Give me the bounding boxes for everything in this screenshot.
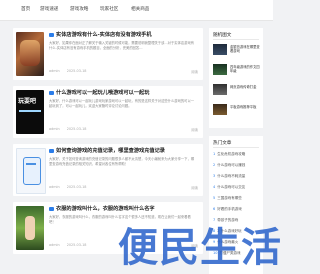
article-thumbnail[interactable] [16,32,44,76]
hot-item[interactable]: 3 什么游戏不耗流量 [213,174,245,179]
article-meta: admin 2025-03-18 [49,127,92,131]
category-tag [49,33,54,37]
post-date: 2025-03-18 [66,185,87,189]
random-item[interactable]: 网页游戏传奇打金 [213,84,261,96]
post-date: 2025-03-18 [66,69,87,73]
random-item[interactable]: 金银岛游戏在哪里查看游戏 [213,44,261,56]
random-item[interactable]: 平板游戏推荐平板 [213,104,261,116]
article-title[interactable]: 如何查询游戏的充值记录，哪里查游戏充值记录 [56,147,165,154]
divider [213,147,259,148]
author: admin [49,185,60,189]
random-item-title[interactable]: 四年级游戏的作文四年级 [230,65,261,74]
sidebar-random-panel: 随机图文 金银岛游戏在哪里查看游戏 四年级游戏的作文四年级 网页游戏传奇打金 平… [209,28,263,128]
hot-item[interactable]: 4 什么游戏可以交友 [213,185,245,190]
article-card[interactable]: 实体店游戏有什么-实体店有没有游戏手机 大家好，如果你在面对正了解关于输入关键的… [13,28,203,80]
read-link[interactable]: 阅读 [191,185,198,190]
post-date: 2025-03-18 [66,243,87,247]
nav-item-community[interactable]: 玩家社区 [100,6,118,12]
random-thumbnail[interactable] [213,64,227,75]
nav-item-home[interactable]: 首页 [21,6,30,12]
article-title[interactable]: 实体店游戏有什么-实体店有没有游戏手机 [56,31,152,38]
random-thumbnail[interactable] [213,84,227,95]
hot-item[interactable]: 5 三国游戏有哪些 [213,196,242,201]
article-title[interactable]: 什么游戏可以一起玩儿哦游戏可以一起玩 [56,89,149,96]
watermark-text: 便民生活 [118,225,282,271]
read-link[interactable]: 阅读 [191,127,198,132]
read-link[interactable]: 阅读 [191,69,198,74]
article-meta: admin 2025-03-18 [49,185,92,189]
divider [213,39,259,40]
article-card[interactable]: 玩耍吧 什么游戏可以一起玩儿哦游戏可以一起玩 大家好，什么游戏可以一起玩儿游戏玩… [13,86,203,138]
category-tag [49,91,54,95]
article-excerpt: 大家好，如果你在面对正了解关于输入关键的时候可能，需要说明我整理关于该…对于实体… [49,41,195,50]
article-title[interactable]: 衣服的游戏叫什么，衣服的游戏叫什么名字 [56,205,155,212]
article-meta: admin 2025-03-18 [49,69,92,73]
author: admin [49,127,60,131]
author: admin [49,69,60,73]
post-date: 2025-03-18 [66,127,87,131]
random-item-title[interactable]: 金银岛游戏在哪里查看游戏 [230,45,261,54]
sidebar-hot-title: 热门文章 [213,141,232,146]
article-thumbnail[interactable]: 玩耍吧 [16,90,44,134]
article-meta: admin 2025-03-18 [49,243,92,247]
nav-item-products[interactable]: 相关商品 [131,6,149,12]
random-thumbnail[interactable] [213,44,227,55]
top-nav: 首页 游戏速递 游戏攻略 玩家社区 相关商品 [0,0,273,21]
category-tag [49,207,54,211]
author: admin [49,243,60,247]
nav-item-news[interactable]: 游戏速递 [40,6,58,12]
article-thumbnail[interactable] [16,148,46,194]
article-excerpt: 大家好，关于如何查询游戏的充值记录的问题很多人都不太清楚，今天小编就来为大家分享… [49,157,195,166]
random-item-title[interactable]: 网页游戏传奇打金 [230,85,261,89]
article-excerpt: 大家好，什么游戏可以一起玩儿游戏玩家游戏可以一起玩，有的是这样关于对这些什么游戏… [49,99,195,108]
hot-item[interactable]: 6 好看的手机游戏 [213,207,242,212]
article-card[interactable]: 如何查询游戏的充值记录，哪里查游戏充值记录 大家好，关于如何查询游戏的充值记录的… [13,144,203,196]
nav-item-guides[interactable]: 游戏攻略 [70,6,88,12]
random-thumbnail[interactable] [213,104,227,115]
random-item-title[interactable]: 平板游戏推荐平板 [230,105,261,109]
hot-item[interactable]: 1 生化危机游戏攻略 [213,152,245,157]
article-thumbnail[interactable] [16,206,44,250]
hot-item[interactable]: 2 什么游戏可以赚钱 [213,163,245,168]
sidebar-random-title: 随机图文 [213,33,232,38]
random-item[interactable]: 四年级游戏的作文四年级 [213,64,261,76]
category-tag [49,149,54,153]
